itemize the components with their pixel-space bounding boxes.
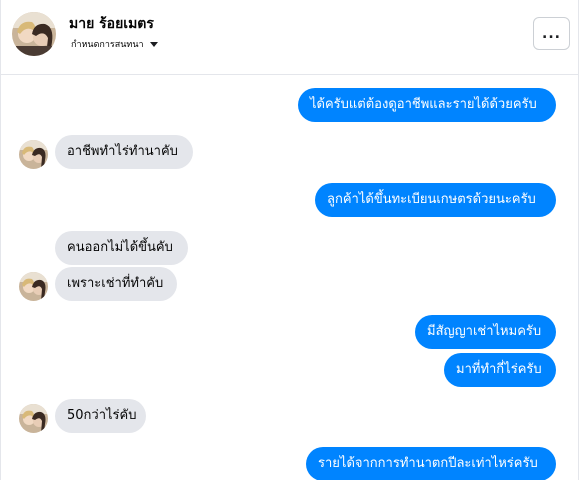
message-text: เพราะเช่าที่ทำคับ xyxy=(67,276,164,291)
message-bubble-incoming[interactable]: คนออกไม่ได้ขึ้นคับ xyxy=(55,231,188,265)
message-text: ลูกค้าได้ขึ้นทะเบียนเกษตรด้วยนะครับ xyxy=(327,192,536,207)
message-text: มีสัญญาเช่าไหมครับ xyxy=(427,324,542,339)
message-text: คนออกไม่ได้ขึ้นคับ xyxy=(67,240,173,255)
message-bubble-incoming[interactable]: เพราะเช่าที่ทำคับ xyxy=(55,267,177,301)
message-text: รายได้จากการทำนาตกปีละเท่าไหร่ครับ xyxy=(318,456,538,471)
sender-avatar[interactable] xyxy=(19,404,48,433)
message-text: 50กว่าไร่คับ xyxy=(67,408,137,423)
chat-header: มาย ร้อยเมตร กำหนดการสนทนา ... xyxy=(1,0,578,75)
sender-avatar[interactable] xyxy=(19,272,48,301)
message-bubble-outgoing[interactable]: มีสัญญาเช่าไหมครับ xyxy=(415,315,556,349)
conversation-settings-label: กำหนดการสนทนา xyxy=(71,40,144,50)
sender-avatar[interactable] xyxy=(19,140,48,169)
message-text: อาชีพทำไร่ทำนาคับ xyxy=(67,144,178,159)
message-bubble-outgoing[interactable]: รายได้จากการทำนาตกปีละเท่าไหร่ครับ xyxy=(306,447,556,480)
more-options-button[interactable]: ... xyxy=(533,17,570,50)
more-options-icon: ... xyxy=(542,25,561,42)
message-bubble-incoming[interactable]: อาชีพทำไร่ทำนาคับ xyxy=(55,135,193,169)
message-text: มาที่ทำกี่ไร่ครับ xyxy=(456,362,542,377)
contact-avatar[interactable] xyxy=(12,12,56,56)
message-bubble-outgoing[interactable]: มาที่ทำกี่ไร่ครับ xyxy=(444,353,556,387)
message-bubble-outgoing[interactable]: ได้ครับแต่ต้องดูอาชีพและรายได้ด้วยครับ xyxy=(298,88,556,122)
conversation-settings-dropdown[interactable]: กำหนดการสนทนา xyxy=(71,37,158,51)
message-bubble-outgoing[interactable]: ลูกค้าได้ขึ้นทะเบียนเกษตรด้วยนะครับ xyxy=(315,183,556,217)
contact-name[interactable]: มาย ร้อยเมตร xyxy=(69,13,154,35)
caret-down-icon xyxy=(149,41,158,47)
message-bubble-incoming[interactable]: 50กว่าไร่คับ xyxy=(55,399,146,433)
chat-window: มาย ร้อยเมตร กำหนดการสนทนา ... ได้ครับแต… xyxy=(0,0,579,480)
message-text: ได้ครับแต่ต้องดูอาชีพและรายได้ด้วยครับ xyxy=(310,97,537,112)
